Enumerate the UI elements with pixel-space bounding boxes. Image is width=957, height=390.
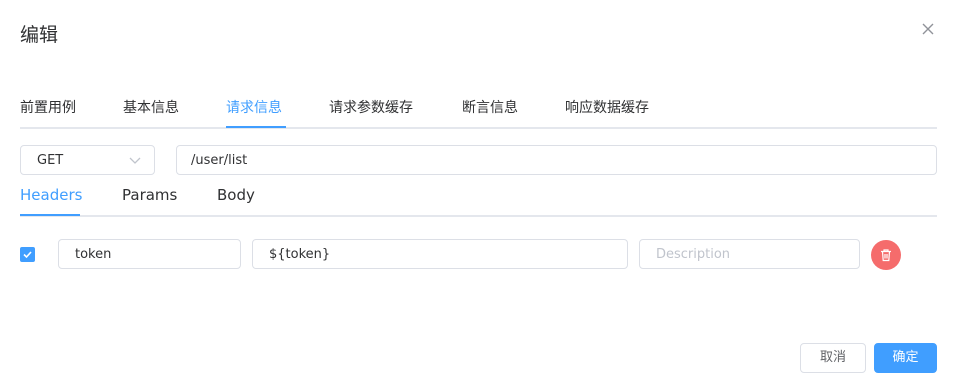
confirm-button[interactable]: 确定 bbox=[874, 343, 937, 373]
delete-header-button[interactable] bbox=[871, 240, 901, 270]
main-tabs: 前置用例 基本信息 请求信息 请求参数缓存 断言信息 响应数据缓存 bbox=[20, 97, 937, 129]
tab-body[interactable]: Body bbox=[217, 186, 255, 204]
header-enabled-checkbox[interactable] bbox=[20, 247, 35, 262]
dialog-title: 编辑 bbox=[20, 24, 59, 46]
header-description-input[interactable] bbox=[639, 239, 860, 269]
tab-params[interactable]: Params bbox=[122, 186, 177, 204]
method-value: GET bbox=[37, 153, 64, 168]
close-icon[interactable] bbox=[918, 19, 938, 39]
cancel-button[interactable]: 取消 bbox=[800, 343, 866, 373]
tab-basic-info[interactable]: 基本信息 bbox=[123, 97, 179, 117]
active-subtab-indicator bbox=[20, 214, 80, 216]
tab-headers[interactable]: Headers bbox=[20, 186, 82, 204]
tab-pre-cases[interactable]: 前置用例 bbox=[20, 97, 76, 117]
tab-request-param-cache[interactable]: 请求参数缓存 bbox=[329, 97, 413, 117]
chevron-down-icon bbox=[129, 157, 141, 164]
tab-request-info[interactable]: 请求信息 bbox=[226, 97, 282, 117]
header-value-input[interactable] bbox=[252, 239, 628, 269]
request-subtabs: Headers Params Body bbox=[20, 186, 937, 217]
url-input[interactable] bbox=[176, 145, 937, 175]
trash-icon bbox=[881, 249, 891, 262]
header-key-input[interactable] bbox=[58, 239, 241, 269]
tab-assertion-info[interactable]: 断言信息 bbox=[462, 97, 518, 117]
tab-response-data-cache[interactable]: 响应数据缓存 bbox=[565, 97, 649, 117]
active-tab-indicator bbox=[226, 126, 286, 128]
method-select[interactable]: GET bbox=[20, 145, 155, 175]
check-icon bbox=[23, 251, 32, 259]
